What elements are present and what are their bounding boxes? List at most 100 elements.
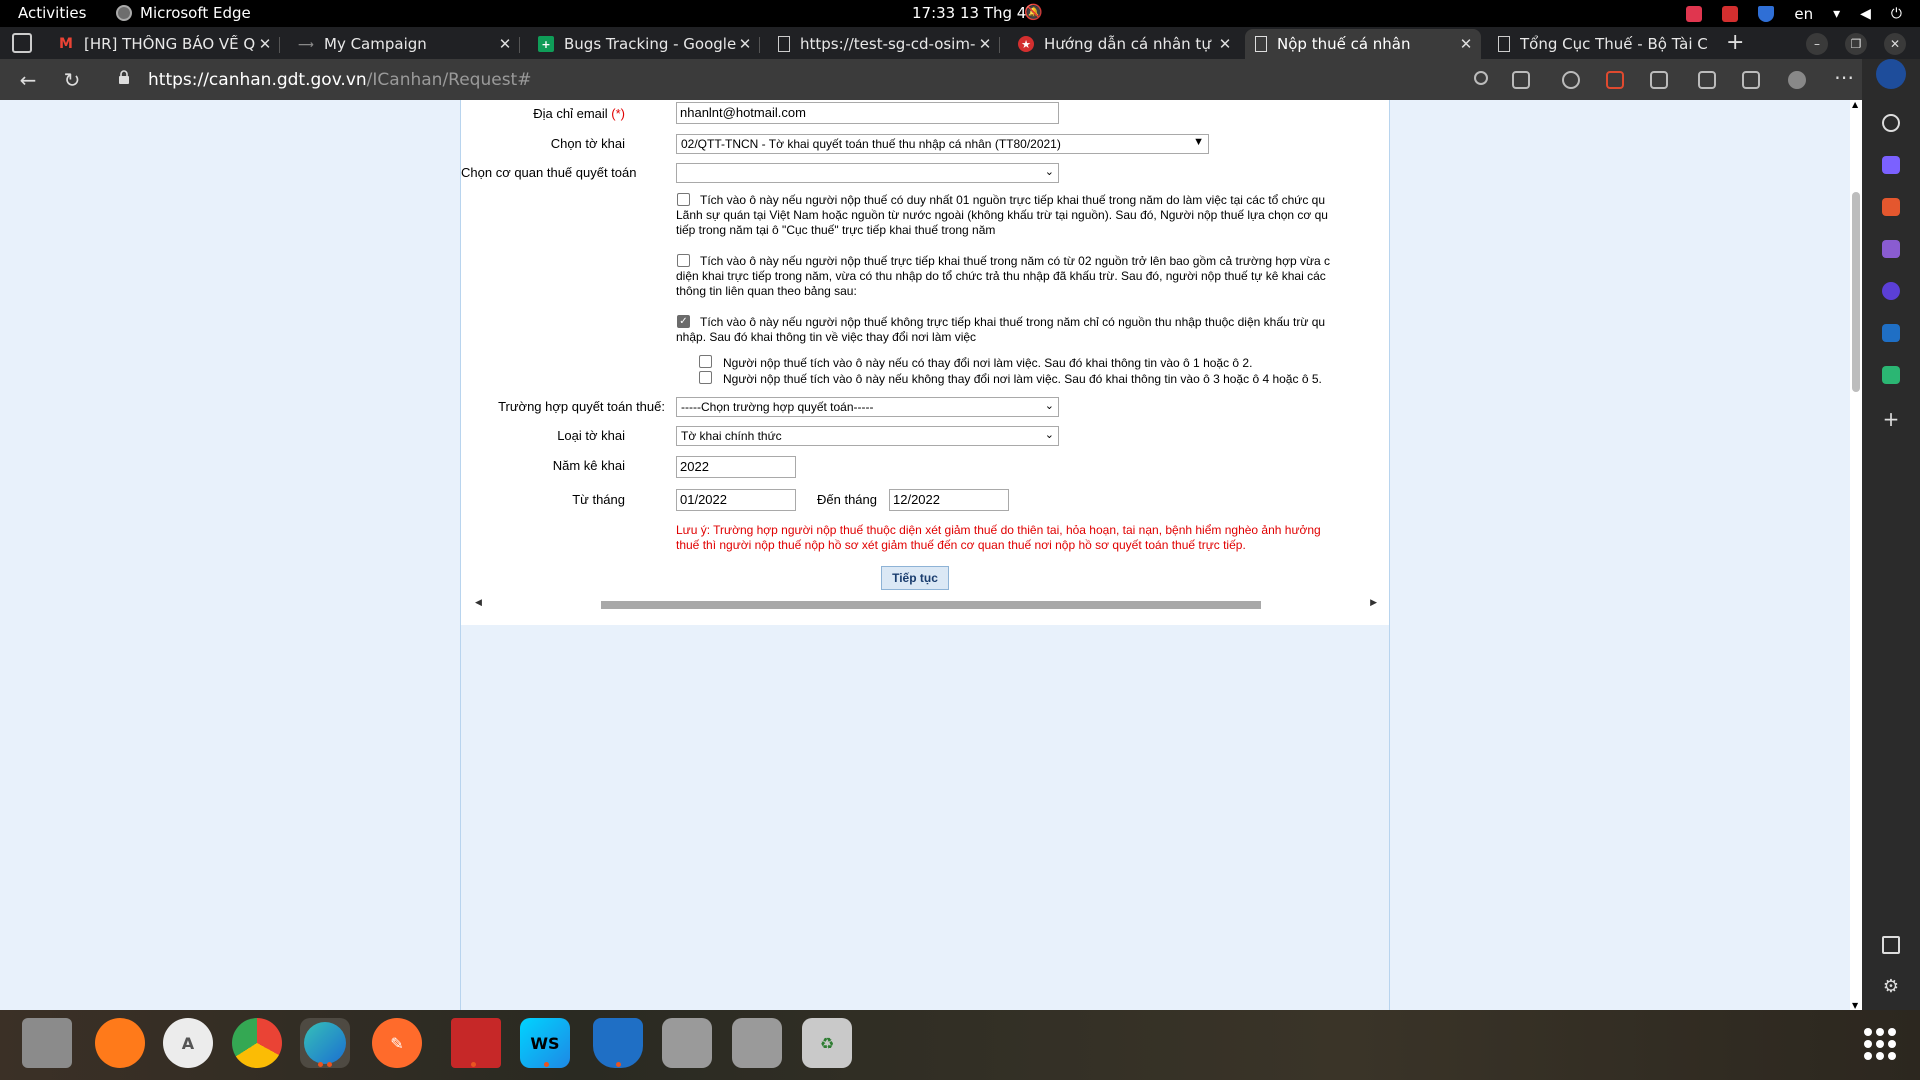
activities-button[interactable]: Activities [18, 4, 86, 22]
tax-office-select[interactable]: ⌄ [676, 163, 1059, 183]
tab-title: Nộp thuế cá nhân [1277, 35, 1411, 53]
collections-icon[interactable] [1742, 71, 1760, 89]
extensions-icon[interactable] [1650, 71, 1668, 89]
scroll-right-icon[interactable]: ▶ [1370, 598, 1377, 608]
to-month-field[interactable]: 12/2022 [889, 489, 1009, 511]
language-indicator[interactable]: en [1794, 5, 1813, 23]
tab-nop-thue-ca-nhan[interactable]: Nộp thuế cá nhân ✕ [1245, 29, 1481, 59]
scroll-up-icon[interactable]: ▲ [1852, 100, 1858, 109]
running-indicator [327, 1062, 332, 1067]
edge-app-icon[interactable] [300, 1018, 350, 1068]
chrome-app-icon[interactable] [232, 1018, 282, 1068]
close-tab-icon[interactable]: ✕ [1457, 35, 1475, 53]
required-mark: (*) [611, 106, 625, 121]
tab-test-sg[interactable]: https://test-sg-cd-osim-n ✕ [768, 29, 1000, 59]
close-tab-icon[interactable]: ✕ [1216, 35, 1234, 53]
lock-icon[interactable] [118, 70, 130, 84]
declaration-select[interactable]: 02/QTT-TNCN - Tờ khai quyết toán thuế th… [676, 134, 1209, 154]
reload-icon[interactable]: ↻ [60, 68, 84, 92]
profile-avatar-icon[interactable] [1788, 71, 1806, 89]
case-select[interactable]: -----Chọn trường hợp quyết toán----- ⌄ [676, 397, 1059, 417]
outlook-icon[interactable] [1882, 324, 1900, 342]
microsoft-365-icon[interactable] [1882, 282, 1900, 300]
more-menu-icon[interactable]: ⋯ [1832, 65, 1856, 89]
shield-app-icon[interactable] [593, 1018, 643, 1068]
sub-option-changed-workplace-checkbox[interactable] [699, 355, 712, 368]
tab-bugs-tracking[interactable]: + Bugs Tracking - Google Sh ✕ [528, 29, 760, 59]
scroll-down-icon[interactable]: ▼ [1852, 1001, 1858, 1010]
sub-option-same-workplace-checkbox[interactable] [699, 371, 712, 384]
firefox-app-icon[interactable] [95, 1018, 145, 1068]
drop-icon[interactable] [1882, 366, 1900, 384]
option-single-source-text: Tích vào ô này nếu người nộp thuế có duy… [676, 193, 1374, 238]
tax-office-label: Chọn cơ quan thuế quyết toán [461, 165, 637, 180]
favorites-icon[interactable] [1698, 71, 1716, 89]
from-month-field[interactable]: 01/2022 [676, 489, 796, 511]
close-tab-icon[interactable]: ✕ [256, 35, 274, 53]
sidebar-layout-icon[interactable] [1882, 936, 1900, 954]
tab-actions-icon[interactable] [12, 33, 32, 53]
key-icon[interactable] [1474, 71, 1488, 85]
shopping-icon[interactable] [1882, 156, 1900, 174]
system-tray[interactable]: en ▾ ◀ ⏻ [1686, 0, 1920, 27]
horizontal-scrollbar[interactable]: ◀ ▶ [473, 598, 1379, 612]
year-field[interactable]: 2022 [676, 456, 796, 478]
declaration-type-select[interactable]: Tờ khai chính thức ⌄ [676, 426, 1059, 446]
chevron-down-icon: ⌄ [1044, 429, 1054, 441]
new-tab-button[interactable]: + [1726, 30, 1744, 55]
bing-chat-icon[interactable] [1876, 59, 1906, 89]
webstorm-app-icon[interactable]: WS [520, 1018, 570, 1068]
games-icon[interactable] [1882, 240, 1900, 258]
tab-title: Tổng Cục Thuế - Bộ Tài C [1520, 35, 1708, 53]
tools-icon[interactable] [1882, 198, 1900, 216]
restore-button[interactable]: ❐ [1845, 33, 1867, 55]
add-favorite-icon[interactable] [1512, 71, 1530, 89]
search-icon[interactable] [1882, 114, 1900, 132]
close-tab-icon[interactable]: ✕ [976, 35, 994, 53]
software-center-app-icon[interactable]: A [163, 1018, 213, 1068]
power-icon[interactable]: ⏻ [1891, 6, 1902, 22]
app-name: Microsoft Edge [140, 4, 251, 22]
show-applications-icon[interactable] [1864, 1028, 1896, 1060]
tray-shield-icon[interactable] [1758, 5, 1775, 22]
extension-1-icon[interactable] [1562, 71, 1580, 89]
tab-tong-cuc-thue[interactable]: Tổng Cục Thuế - Bộ Tài C [1488, 29, 1720, 59]
continue-button[interactable]: Tiếp tục [881, 566, 949, 590]
tab-huong-dan[interactable]: ★ Hướng dẫn cá nhân tự q ✕ [1008, 29, 1240, 59]
close-tab-icon[interactable]: ✕ [496, 35, 514, 53]
option-multi-source-text: Tích vào ô này nếu người nộp thuế trực t… [676, 254, 1374, 299]
files-app-icon[interactable] [22, 1018, 72, 1068]
disk-app-1-icon[interactable] [662, 1018, 712, 1068]
trash-app-icon[interactable]: ♻ [802, 1018, 852, 1068]
address-bar[interactable]: https://canhan.gdt.gov.vn/ICanhan/Reques… [104, 64, 1504, 94]
clock[interactable]: 17:33 13 Thg 4 [912, 4, 1026, 22]
back-arrow-icon[interactable]: ← [16, 68, 40, 92]
terminal-app-icon[interactable] [451, 1018, 501, 1068]
page-vertical-scrollbar[interactable]: ▲ ▼ [1850, 100, 1862, 1010]
wifi-icon[interactable]: ▾ [1833, 6, 1840, 22]
note-line: thuế thì người nộp thuế nộp hồ sơ xét gi… [676, 538, 1246, 552]
sub-option-same-workplace-text: Người nộp thuế tích vào ô này nếu không … [723, 372, 1322, 386]
close-window-button[interactable]: ✕ [1884, 33, 1906, 55]
close-tab-icon[interactable]: ✕ [736, 35, 754, 53]
scrollbar-thumb[interactable] [1852, 192, 1860, 392]
disk-app-2-icon[interactable] [732, 1018, 782, 1068]
tab-gmail[interactable]: M [HR] THÔNG BÁO VỀ QUY ✕ [48, 29, 280, 59]
pencil-app-icon[interactable]: ✎ [372, 1018, 422, 1068]
tray-record-icon[interactable] [1722, 5, 1739, 22]
declaration-select-value: 02/QTT-TNCN - Tờ khai quyết toán thuế th… [681, 137, 1061, 151]
volume-icon[interactable]: ◀ [1860, 6, 1871, 22]
scroll-left-icon[interactable]: ◀ [475, 598, 482, 608]
url-text[interactable]: https://canhan.gdt.gov.vn/ICanhan/Reques… [148, 70, 531, 90]
app-menu[interactable]: Microsoft Edge [116, 4, 251, 22]
add-app-icon[interactable]: + [1882, 409, 1900, 429]
minimize-button[interactable]: – [1806, 33, 1828, 55]
edge-logo-icon [304, 1022, 346, 1064]
settings-gear-icon[interactable]: ⚙ [1882, 978, 1900, 996]
tab-my-campaign[interactable]: ⟶ My Campaign ✕ [288, 29, 520, 59]
chevron-down-icon: ⌄ [1044, 166, 1054, 178]
scrollbar-thumb[interactable] [601, 601, 1261, 609]
email-field[interactable]: nhanlnt@hotmail.com [676, 102, 1059, 124]
extension-2-icon[interactable] [1606, 71, 1624, 89]
tray-app-icon[interactable] [1686, 5, 1703, 22]
